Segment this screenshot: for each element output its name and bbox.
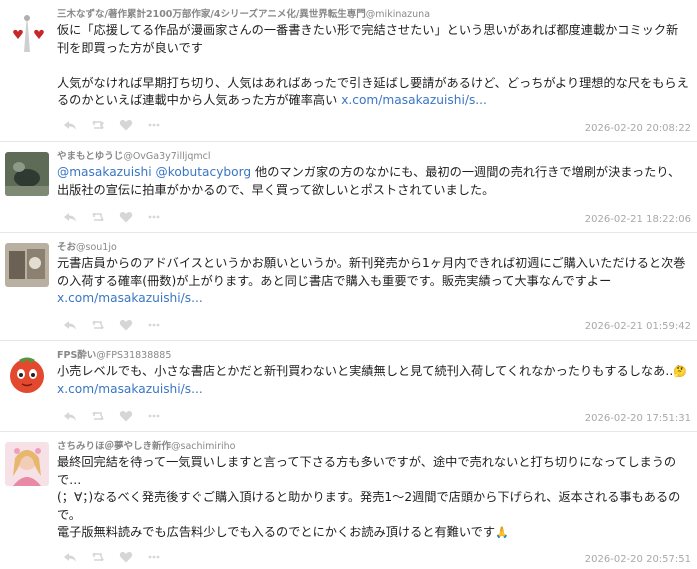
avatar[interactable] — [5, 351, 49, 395]
action-bar — [63, 210, 161, 226]
reply-icon[interactable] — [63, 210, 77, 224]
timestamp[interactable]: 2026-02-20 17:51:31 — [585, 413, 691, 424]
timestamp[interactable]: 2026-02-20 20:57:51 — [585, 554, 691, 565]
post-text: @masakazuishi @kobutacyborg 他のマンガ家の方のなかに… — [57, 164, 689, 199]
post-text: 小売レベルでも、小さな書店とかだと新刊買わないと実績無しと見て続刊入荷してくれな… — [57, 363, 689, 398]
more-icon[interactable] — [147, 550, 161, 564]
author-line: やまもとゆうじ@OvGa3y7illjqmcl — [57, 148, 211, 162]
post-body: 最終回完結を待って一気買いしますと言って下さる方も多いですが、途中で売れないと打… — [57, 455, 681, 539]
author-line: さちみりほ＠夢やしき新作@sachimiriho — [57, 438, 235, 452]
more-icon[interactable] — [147, 318, 161, 332]
avatar[interactable] — [5, 243, 49, 287]
avatar[interactable] — [5, 12, 49, 56]
display-name[interactable]: そお — [57, 242, 76, 253]
handle[interactable]: @sachimiriho — [171, 441, 235, 452]
post-text: 最終回完結を待って一気買いしますと言って下さる方も多いですが、途中で売れないと打… — [57, 454, 689, 542]
post-1: 三木なずな/著作累計2100万部作家/4シリーズアニメ化/異世界転生専門@mik… — [0, 0, 697, 142]
reply-icon[interactable] — [63, 118, 77, 132]
reply-icon[interactable] — [63, 409, 77, 423]
repost-icon[interactable] — [91, 318, 105, 332]
display-name[interactable]: やまもとゆうじ — [57, 151, 123, 162]
handle[interactable]: @sou1jo — [76, 242, 117, 253]
action-bar — [63, 318, 161, 334]
handle[interactable]: @mikinazuna — [366, 9, 430, 20]
post-4: FPS酔い@FPS31838885 小売レベルでも、小さな書店とかだと新刊買わな… — [0, 341, 697, 432]
mention-link[interactable]: @masakazuishi — [57, 165, 152, 179]
author-line: FPS酔い@FPS31838885 — [57, 347, 171, 361]
post-text: 仮に「応援してる作品が漫画家さんの一番書きたい形で完結させたい」という思いがあれ… — [57, 22, 689, 110]
display-name[interactable]: FPS酔い — [57, 350, 96, 361]
post-text: 元書店員からのアドバイスというかお願いというか。新刊発売から1ヶ月内できれば初週… — [57, 255, 689, 308]
more-icon[interactable] — [147, 118, 161, 132]
post-5: さちみりほ＠夢やしき新作@sachimiriho 最終回完結を待って一気買いしま… — [0, 432, 697, 569]
display-name[interactable]: さちみりほ＠夢やしき新作 — [57, 441, 171, 452]
post-body: 小売レベルでも、小さな書店とかだと新刊買わないと実績無しと見て続刊入荷してくれな… — [57, 364, 674, 378]
more-icon[interactable] — [147, 210, 161, 224]
post-2: やまもとゆうじ@OvGa3y7illjqmcl @masakazuishi @k… — [0, 142, 697, 233]
more-icon[interactable] — [147, 409, 161, 423]
timestamp[interactable]: 2026-02-20 20:08:22 — [585, 123, 691, 134]
handle[interactable]: @FPS31838885 — [96, 350, 171, 361]
avatar[interactable] — [5, 442, 49, 486]
handle[interactable]: @OvGa3y7illjqmcl — [123, 151, 210, 162]
post-link[interactable]: x.com/masakazuishi/s... — [341, 93, 487, 107]
timestamp[interactable]: 2026-02-21 01:59:42 — [585, 321, 691, 332]
repost-icon[interactable] — [91, 409, 105, 423]
repost-icon[interactable] — [91, 210, 105, 224]
like-icon[interactable] — [119, 550, 133, 564]
pray-emoji: 🙏 — [495, 526, 509, 539]
like-icon[interactable] — [119, 210, 133, 224]
post-3: そお@sou1jo 元書店員からのアドバイスというかお願いというか。新刊発売から… — [0, 233, 697, 341]
repost-icon[interactable] — [91, 550, 105, 564]
like-icon[interactable] — [119, 318, 133, 332]
display-name[interactable]: 三木なずな/著作累計2100万部作家/4シリーズアニメ化/異世界転生専門 — [57, 9, 366, 20]
action-bar — [63, 550, 161, 566]
avatar[interactable] — [5, 152, 49, 196]
like-icon[interactable] — [119, 118, 133, 132]
reply-icon[interactable] — [63, 550, 77, 564]
thinking-emoji: 🤔 — [673, 365, 688, 378]
like-icon[interactable] — [119, 409, 133, 423]
action-bar — [63, 118, 161, 134]
author-line: 三木なずな/著作累計2100万部作家/4シリーズアニメ化/異世界転生専門@mik… — [57, 6, 430, 20]
post-link[interactable]: x.com/masakazuishi/s... — [57, 291, 203, 305]
repost-icon[interactable] — [91, 118, 105, 132]
post-link[interactable]: x.com/masakazuishi/s... — [57, 382, 203, 396]
reply-icon[interactable] — [63, 318, 77, 332]
mention-link[interactable]: @kobutacyborg — [156, 165, 252, 179]
post-body: 元書店員からのアドバイスというかお願いというか。新刊発売から1ヶ月内できれば初週… — [57, 256, 686, 288]
timestamp[interactable]: 2026-02-21 18:22:06 — [585, 214, 691, 225]
author-line: そお@sou1jo — [57, 239, 117, 253]
action-bar — [63, 409, 161, 425]
